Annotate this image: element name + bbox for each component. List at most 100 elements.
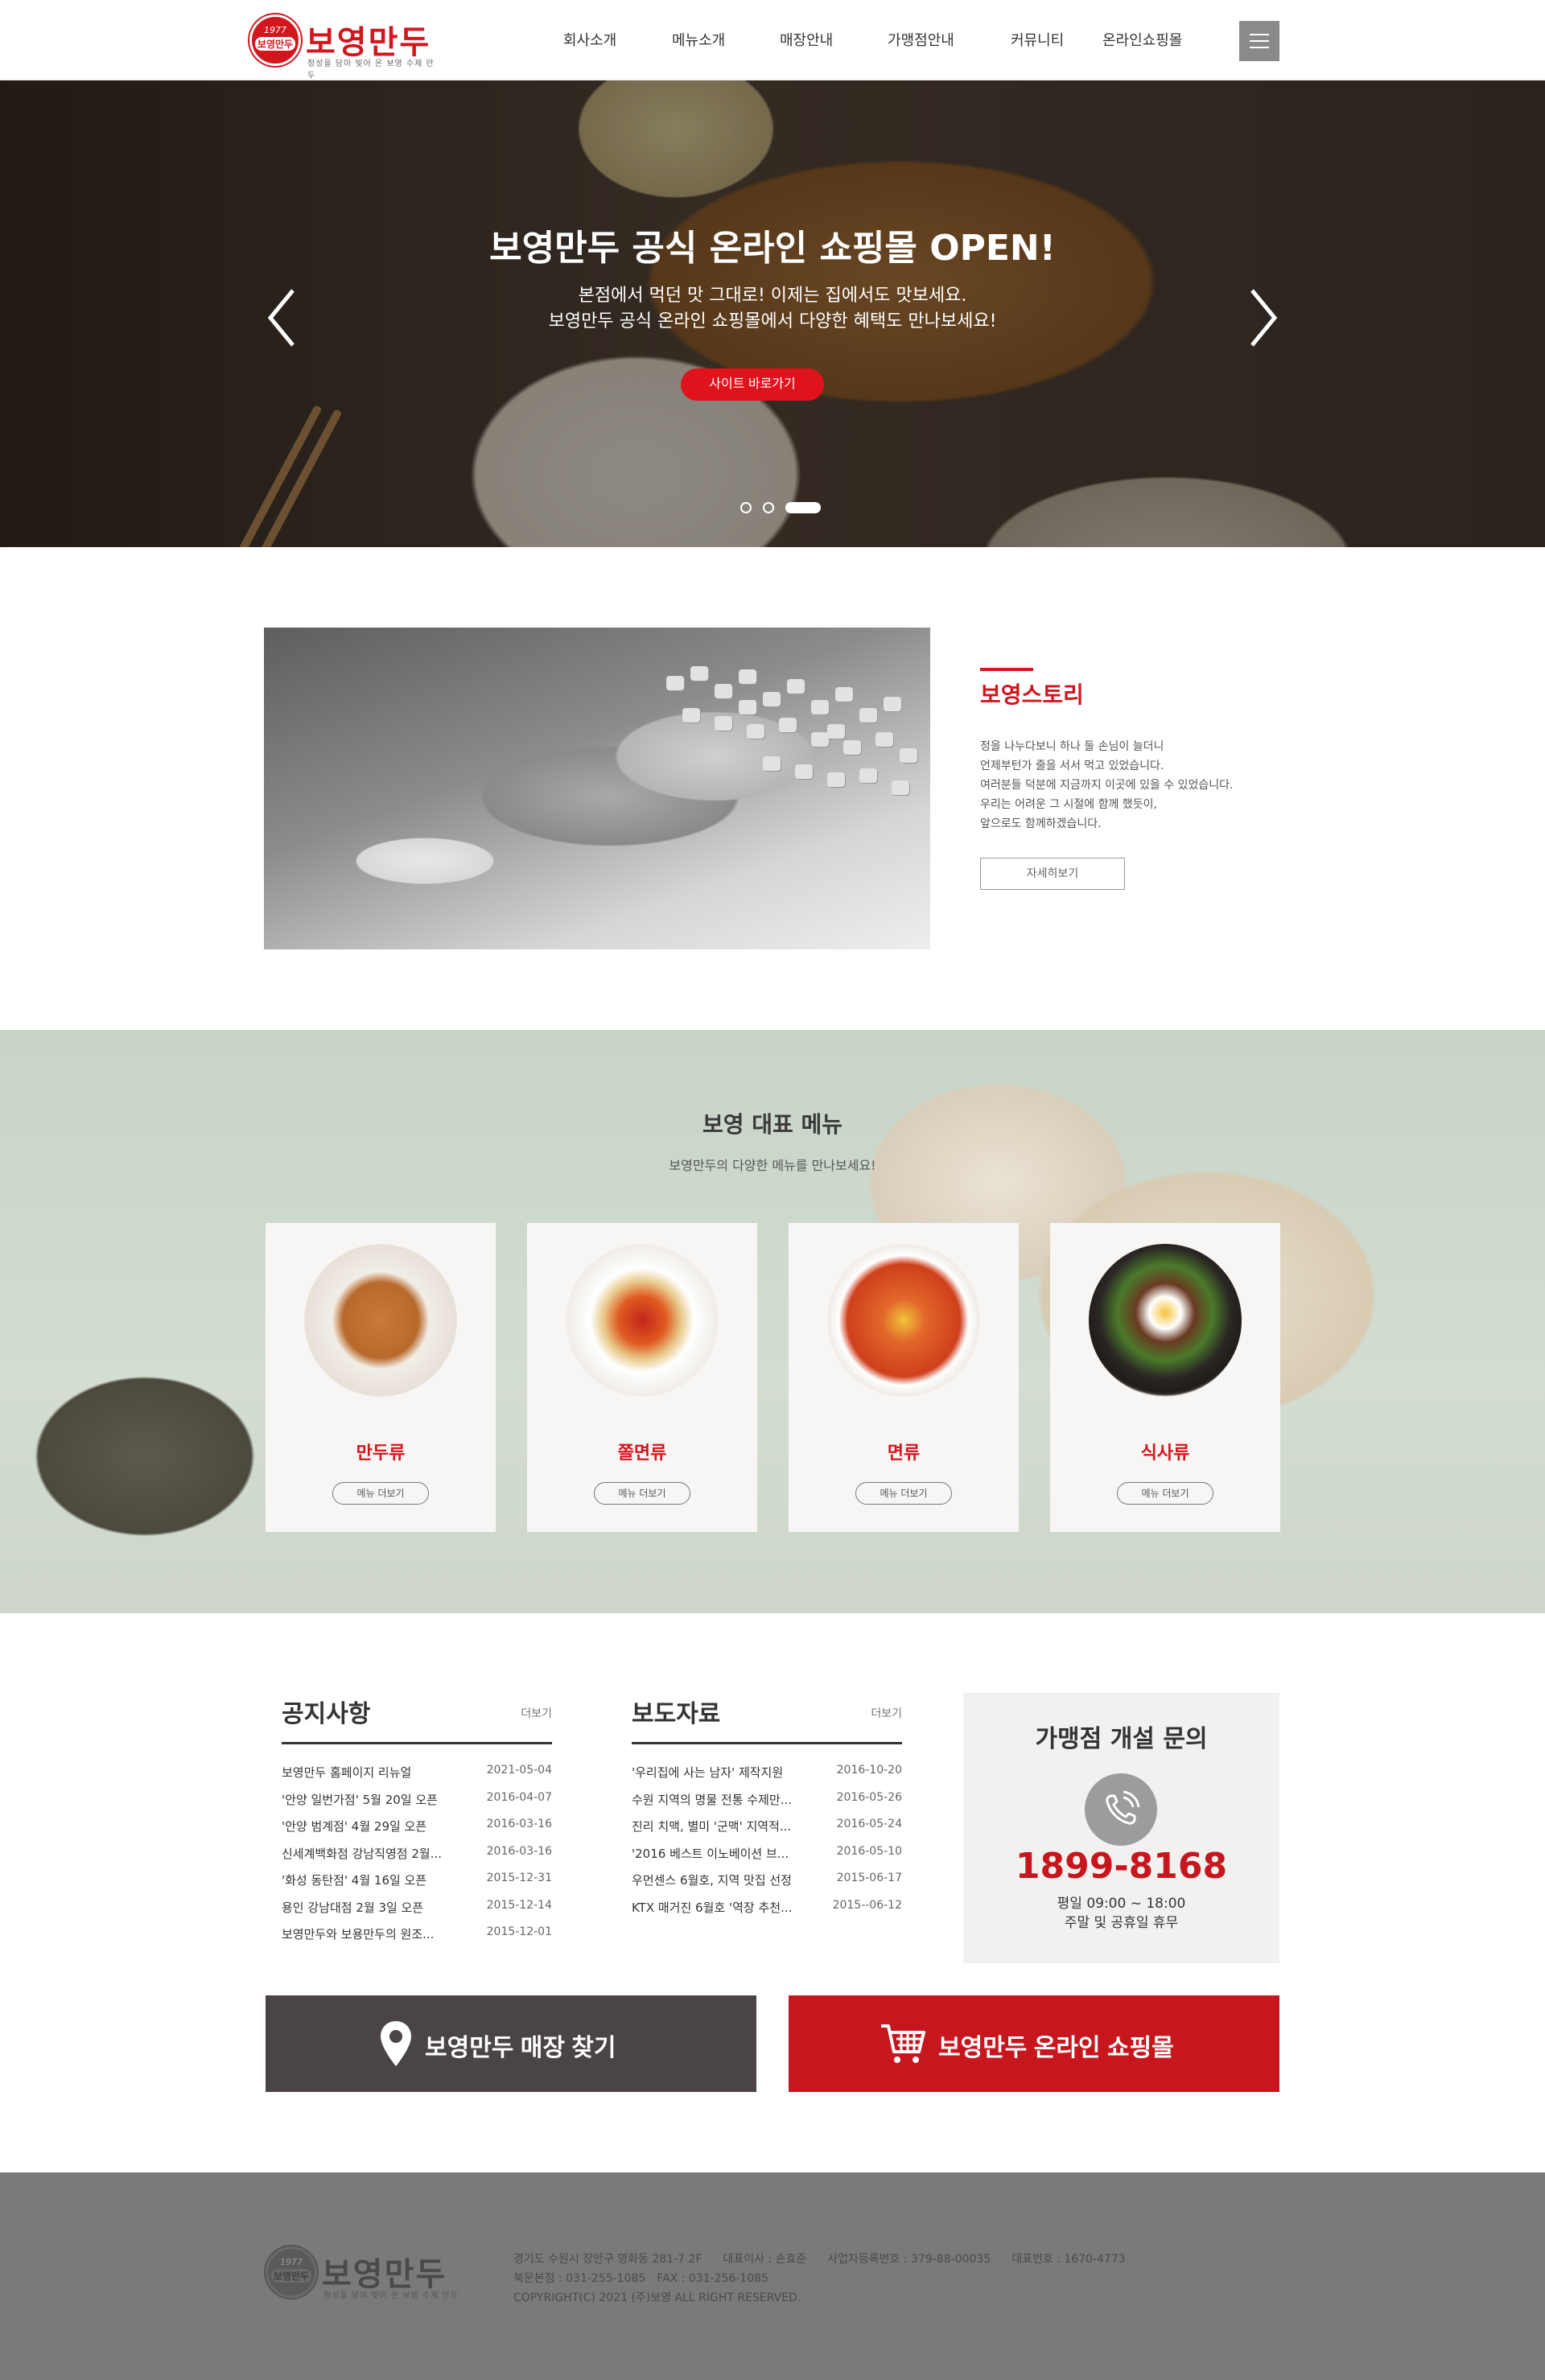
nav-online-mall[interactable]: 온라인쇼핑몰 xyxy=(1102,29,1182,50)
notice-more-link[interactable]: 더보기 xyxy=(521,1705,552,1721)
row-date: 2016-03-16 xyxy=(486,1844,552,1858)
menu-more-button[interactable]: 메뉴 더보기 xyxy=(1117,1482,1213,1505)
menu-more-button[interactable]: 메뉴 더보기 xyxy=(332,1482,429,1505)
slide-dot[interactable] xyxy=(740,502,752,513)
row-title: '안양 일번가점' 5월 20일 오픈 xyxy=(282,1792,438,1807)
footer-business-number: 사업자등록번호 : 379-88-00035 xyxy=(827,2253,991,2266)
page: 1977 보영만두 보영만두 정성을 담아 빚어 온 보영 수제 만두 회사소개… xyxy=(0,0,1545,2380)
story-line: 여러분들 덕분에 지금까지 이곳에 있을 수 있었습니다. xyxy=(980,779,1234,792)
next-slide-arrow-icon[interactable] xyxy=(1242,286,1283,350)
board-row[interactable]: '우리집에 사는 남자' 제작지원 2016-10-20 xyxy=(632,1764,902,1783)
notice-board: 공지사항 더보기 보영만두 홈페이지 리뉴얼 2021-05-04 '안양 일번가점… xyxy=(266,1694,552,1951)
dough-piece xyxy=(739,669,756,684)
slide-dot[interactable] xyxy=(763,502,774,513)
dough-piece xyxy=(843,740,861,755)
nav-franchise[interactable]: 가맹점안내 xyxy=(888,29,954,50)
prev-slide-arrow-icon[interactable] xyxy=(262,286,303,350)
dough-piece xyxy=(779,718,797,732)
row-date: 2015-12-01 xyxy=(486,1925,552,1938)
row-date: 2015-06-17 xyxy=(836,1871,902,1884)
dough-piece xyxy=(690,666,708,681)
online-mall-button[interactable]: 보영만두 온라인 쇼핑몰 xyxy=(789,1995,1279,2092)
row-title: 진리 치맥, 별미 '군맥' 지역적... xyxy=(632,1819,792,1834)
row-title: '우리집에 사는 남자' 제작지원 xyxy=(632,1765,784,1780)
board-row[interactable]: 보영만두와 보용만두의 원조... 2015-12-01 xyxy=(282,1925,552,1945)
board-row[interactable]: 우먼센스 6월호, 지역 맛집 선정 2015-06-17 xyxy=(632,1871,902,1891)
hero-site-button[interactable]: 사이트 바로가기 xyxy=(681,369,824,401)
footer-main-tel: 대표번호 : 1670-4773 xyxy=(1011,2253,1126,2266)
board-row[interactable]: '안양 범계점' 4월 29일 오픈 2016-03-16 xyxy=(282,1818,552,1837)
hamburger-menu-button[interactable] xyxy=(1239,21,1279,61)
nav-company[interactable]: 회사소개 xyxy=(563,29,616,50)
site-logo[interactable]: 1977 보영만두 보영만두 정성을 담아 빚어 온 보영 수제 만두 xyxy=(249,14,435,80)
dough-piece xyxy=(747,724,764,739)
logo-seal: 1977 보영만두 xyxy=(249,14,301,66)
story-line: 정을 나누다보니 하나 둘 손님이 늘더니 xyxy=(980,740,1164,753)
menu-card-jjolmyeon[interactable]: 쫄면류 메뉴 더보기 xyxy=(527,1223,757,1532)
menu-more-button[interactable]: 메뉴 더보기 xyxy=(855,1482,952,1505)
dough-piece xyxy=(795,764,813,779)
board-row[interactable]: KTX 매거진 6월호 '역장 추천... 2015--06-12 xyxy=(632,1899,902,1918)
board-row[interactable]: '안양 일번가점' 5월 20일 오픈 2016-04-07 xyxy=(282,1791,552,1810)
dumpling-plate-image xyxy=(304,1244,457,1397)
nav-community[interactable]: 커뮤니티 xyxy=(1011,29,1064,50)
press-title: 보도자료 xyxy=(632,1700,721,1728)
menu-card-name: 쫄면류 xyxy=(617,1443,667,1464)
row-title: '화성 동탄점' 4월 16일 오픈 xyxy=(282,1873,427,1888)
nav-menu[interactable]: 메뉴소개 xyxy=(672,29,725,50)
press-more-link[interactable]: 더보기 xyxy=(871,1705,902,1721)
slide-dot-active[interactable] xyxy=(785,502,821,513)
row-date: 2016-04-07 xyxy=(486,1790,552,1804)
board-row[interactable]: '2016 베스트 이노베이션 브... 2016-05-10 xyxy=(632,1845,902,1864)
row-title: KTX 매거진 6월호 '역장 추천... xyxy=(632,1900,793,1915)
row-date: 2016-03-16 xyxy=(486,1818,552,1830)
story-accent-bar xyxy=(980,668,1033,671)
row-title: 수원 지역의 명물 전통 수제만... xyxy=(632,1792,792,1807)
board-row[interactable]: 진리 치맥, 별미 '군맥' 지역적... 2016-05-24 xyxy=(632,1818,902,1837)
hamburger-line xyxy=(1250,34,1269,35)
hours-line: 주말 및 공휴일 휴무 xyxy=(1064,1915,1179,1931)
franchise-title: 가맹점 개설 문의 xyxy=(1035,1725,1208,1753)
dough-piece xyxy=(859,708,877,723)
menu-more-button[interactable]: 메뉴 더보기 xyxy=(594,1482,690,1505)
press-board: 보도자료 더보기 '우리집에 사는 남자' 제작지원 2016-10-20 수원 지… xyxy=(616,1694,902,1951)
row-title: 보영만두 홈페이지 리뉴얼 xyxy=(282,1765,412,1780)
dough-piece xyxy=(715,684,732,698)
board-row[interactable]: 보영만두 홈페이지 리뉴얼 2021-05-04 xyxy=(282,1764,552,1783)
menu-card-noodles[interactable]: 면류 메뉴 더보기 xyxy=(789,1223,1019,1532)
hero-title: 보영만두 공식 온라인 쇼핑몰 OPEN! xyxy=(489,228,1056,269)
store-finder-button[interactable]: 보영만두 매장 찾기 xyxy=(266,1995,756,2092)
row-date: 2021-05-04 xyxy=(486,1764,552,1777)
board-row[interactable]: '화성 동탄점' 4월 16일 오픈 2015-12-31 xyxy=(282,1871,552,1891)
footer-company-info: 경기도 수원시 장안구 영화동 281-7 2F 대표이사 : 손효준 사업자등록번… xyxy=(513,2250,1147,2308)
footer-logo-year: 1977 xyxy=(280,2257,303,2267)
story-detail-button[interactable]: 자세히보기 xyxy=(980,858,1125,890)
dough-piece xyxy=(682,708,700,723)
hamburger-line xyxy=(1250,40,1269,42)
board-row[interactable]: 용인 강남대점 2월 3일 오픈 2015-12-14 xyxy=(282,1899,552,1918)
story-line: 우리는 어려운 그 시절에 함께 했듯이, xyxy=(980,798,1157,811)
dough-piece xyxy=(876,732,893,747)
dough-piece xyxy=(739,700,756,714)
hamburger-line xyxy=(1250,47,1269,48)
notice-divider xyxy=(282,1742,552,1744)
row-date: 2015--06-12 xyxy=(832,1898,902,1912)
footer-copyright: COPYRIGHT(C) 2021 (주)보영 ALL RIGHT RESERV… xyxy=(513,2291,801,2304)
nav-stores[interactable]: 매장안내 xyxy=(780,29,833,50)
franchise-phone-number[interactable]: 1899-8168 xyxy=(963,1846,1279,1887)
footer-address: 경기도 수원시 장안구 영화동 281-7 2F xyxy=(513,2253,702,2266)
menu-section: 보영 대표 메뉴 보영만두의 다양한 메뉴를 만나보세요! 만두류 메뉴 더보기… xyxy=(0,1030,1545,1613)
map-pin-icon xyxy=(381,2021,411,2066)
menu-card-dumpling[interactable]: 만두류 메뉴 더보기 xyxy=(266,1223,496,1532)
row-title: 용인 강남대점 2월 3일 오픈 xyxy=(282,1900,424,1915)
menu-card-meals[interactable]: 식사류 메뉴 더보기 xyxy=(1050,1223,1280,1532)
dough-piece xyxy=(892,780,909,795)
row-date: 2016-05-26 xyxy=(836,1790,902,1804)
logo-year: 1977 xyxy=(264,25,286,35)
board-row[interactable]: 신세계백화점 강남직영점 2월... 2016-03-16 xyxy=(282,1845,552,1864)
board-row[interactable]: 수원 지역의 명물 전통 수제만... 2016-05-26 xyxy=(632,1791,902,1810)
logo-seal-name: 보영만두 xyxy=(255,37,295,51)
hero-subtitle: 본점에서 먹던 맛 그대로! 이제는 집에서도 맛보세요. 보영만두 공식 온라… xyxy=(0,283,1545,335)
header: 1977 보영만두 보영만두 정성을 담아 빚어 온 보영 수제 만두 회사소개… xyxy=(0,0,1545,80)
dough-piece xyxy=(884,697,901,711)
